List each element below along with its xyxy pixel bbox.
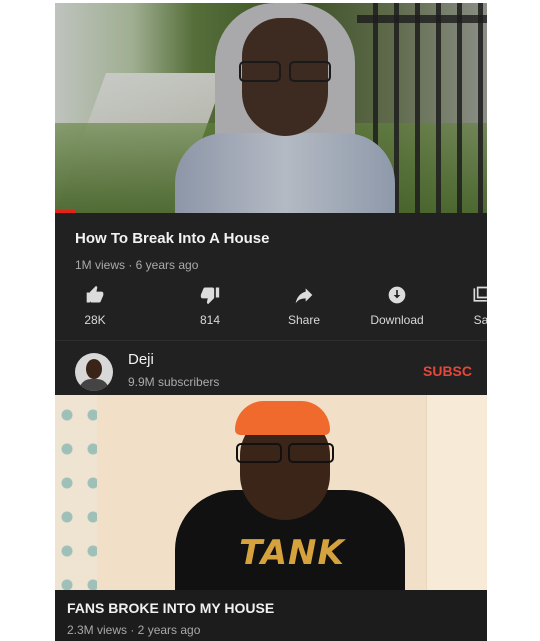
thumbnail-door (426, 395, 487, 590)
subscribe-button[interactable]: SUBSC (423, 363, 472, 379)
video-actions-bar: 28K 814 Share Download Sa (55, 283, 487, 333)
thumbnail-curtain (55, 395, 97, 590)
person-body (175, 133, 395, 213)
dislike-button[interactable]: 814 (170, 283, 250, 327)
shirt-print: TANK (239, 533, 345, 573)
video-card-bottom: TANK FANS BROKE INTO MY HOUSE 2.3M views… (55, 395, 487, 641)
video-title-2: FANS BROKE INTO MY HOUSE (67, 600, 275, 616)
save-icon (461, 285, 487, 307)
video-thumbnail-2[interactable]: TANK (55, 395, 487, 590)
person-cap (235, 401, 330, 435)
video-meta: 1M views · 6 years ago (75, 258, 199, 272)
video-thumbnail[interactable] (55, 3, 487, 213)
download-label: Download (370, 313, 424, 327)
thumbnail-person (175, 3, 395, 213)
channel-avatar[interactable] (75, 353, 113, 391)
like-count: 28K (84, 313, 106, 327)
thumbs-up-icon (75, 285, 115, 307)
person-glasses (239, 61, 331, 82)
download-button[interactable]: Download (356, 283, 438, 327)
share-label: Share (287, 313, 321, 327)
share-icon (264, 285, 344, 307)
video-meta-2: 2.3M views · 2 years ago (67, 623, 201, 637)
save-label: Sa (473, 313, 487, 327)
share-button[interactable]: Share (264, 283, 344, 327)
like-button[interactable]: 28K (75, 283, 115, 327)
video-title: How To Break Into A House (75, 230, 270, 247)
dislike-count: 814 (199, 313, 221, 327)
thumbs-down-icon (170, 285, 250, 307)
video-card-top: How To Break Into A House 1M views · 6 y… (55, 3, 487, 395)
video-progress-bar[interactable] (55, 210, 75, 213)
save-button[interactable]: Sa (461, 283, 487, 327)
thumbnail-person-2: TANK (170, 395, 410, 590)
channel-name[interactable]: Deji (128, 351, 154, 368)
divider (55, 340, 487, 341)
subscriber-count: 9.9M subscribers (128, 375, 220, 389)
download-icon (356, 285, 438, 307)
person-glasses-2 (236, 443, 334, 463)
